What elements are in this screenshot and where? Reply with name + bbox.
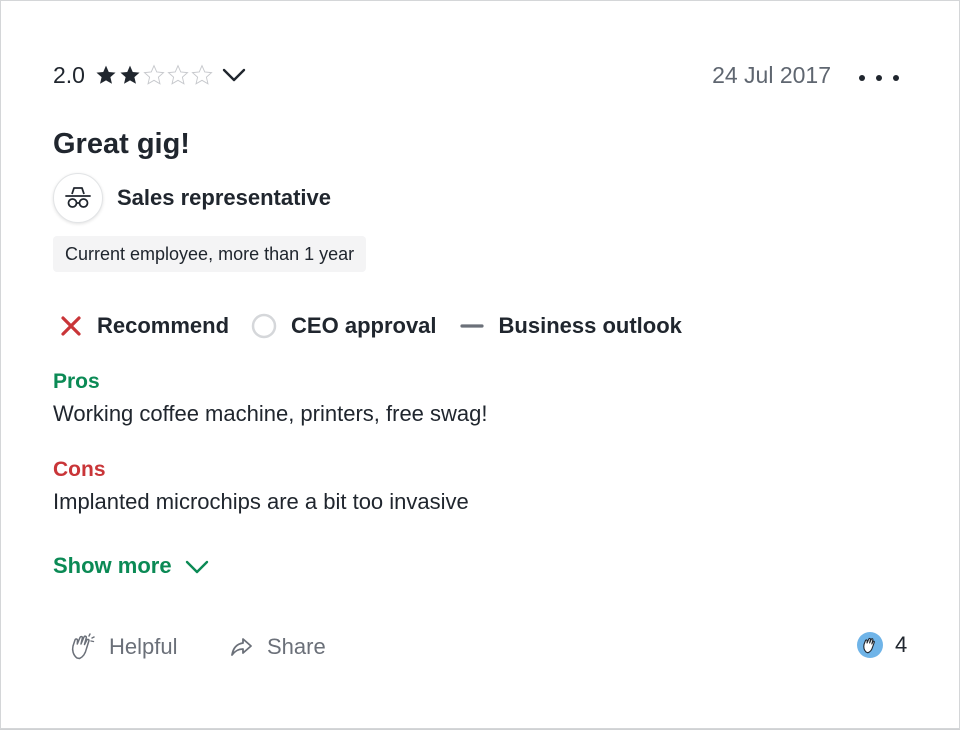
- pros-heading: Pros: [53, 370, 100, 393]
- share-button[interactable]: Share: [229, 631, 326, 663]
- cons-text: Implanted microchips are a bit too invas…: [53, 489, 469, 514]
- share-label: Share: [267, 634, 326, 659]
- chevron-down-icon[interactable]: [221, 64, 247, 86]
- recommend-label: Recommend: [97, 313, 230, 338]
- show-more-button[interactable]: Show more: [53, 553, 210, 579]
- rating-summary[interactable]: 2.0: [53, 59, 247, 91]
- ceo-approval-indicator: CEO approval: [251, 313, 437, 339]
- show-more-label: Show more: [53, 553, 172, 578]
- dash-icon: [459, 324, 484, 328]
- review-indicators: Recommend CEO approval Business outlook: [59, 309, 704, 343]
- x-icon: [61, 316, 81, 336]
- reaction-count: 4: [895, 632, 908, 657]
- ceo-approval-label: CEO approval: [291, 313, 437, 338]
- circle-icon: [251, 313, 277, 339]
- star-empty-icon: [143, 64, 165, 85]
- review-date: 24 Jul 2017: [712, 62, 831, 88]
- divider: [0, 729, 960, 730]
- share-arrow-icon: [231, 638, 252, 656]
- cons-heading: Cons: [53, 458, 106, 481]
- reactions-summary[interactable]: 4: [857, 631, 907, 659]
- clapping-hands-reaction-icon: [857, 632, 883, 658]
- helpful-label: Helpful: [109, 634, 178, 659]
- chevron-down-icon: [185, 560, 208, 574]
- business-outlook-label: Business outlook: [498, 313, 682, 338]
- rating-value: 2.0: [53, 61, 85, 88]
- anonymous-user-icon: [53, 173, 103, 223]
- role-label: Sales representative: [117, 185, 332, 210]
- pros-text: Working coffee machine, printers, free s…: [53, 401, 488, 426]
- star-filled-icon: [96, 65, 116, 84]
- clapping-hands-icon: [71, 633, 95, 660]
- star-filled-icon: [120, 65, 140, 84]
- helpful-button[interactable]: Helpful: [69, 631, 177, 663]
- reviewer-role: Sales representative: [53, 173, 331, 223]
- tenure-badge: Current employee, more than 1 year: [53, 236, 367, 272]
- star-rating: [95, 64, 215, 86]
- business-outlook-indicator: Business outlook: [459, 313, 682, 339]
- review-title: Great gig!: [53, 128, 190, 160]
- review-card: 2.0 24 Jul 2017 Great gig! Sales represe…: [0, 0, 960, 729]
- more-options-icon[interactable]: [859, 67, 899, 89]
- recommend-indicator: Recommend: [59, 313, 229, 339]
- star-empty-icon: [167, 64, 189, 85]
- star-empty-icon: [191, 64, 213, 85]
